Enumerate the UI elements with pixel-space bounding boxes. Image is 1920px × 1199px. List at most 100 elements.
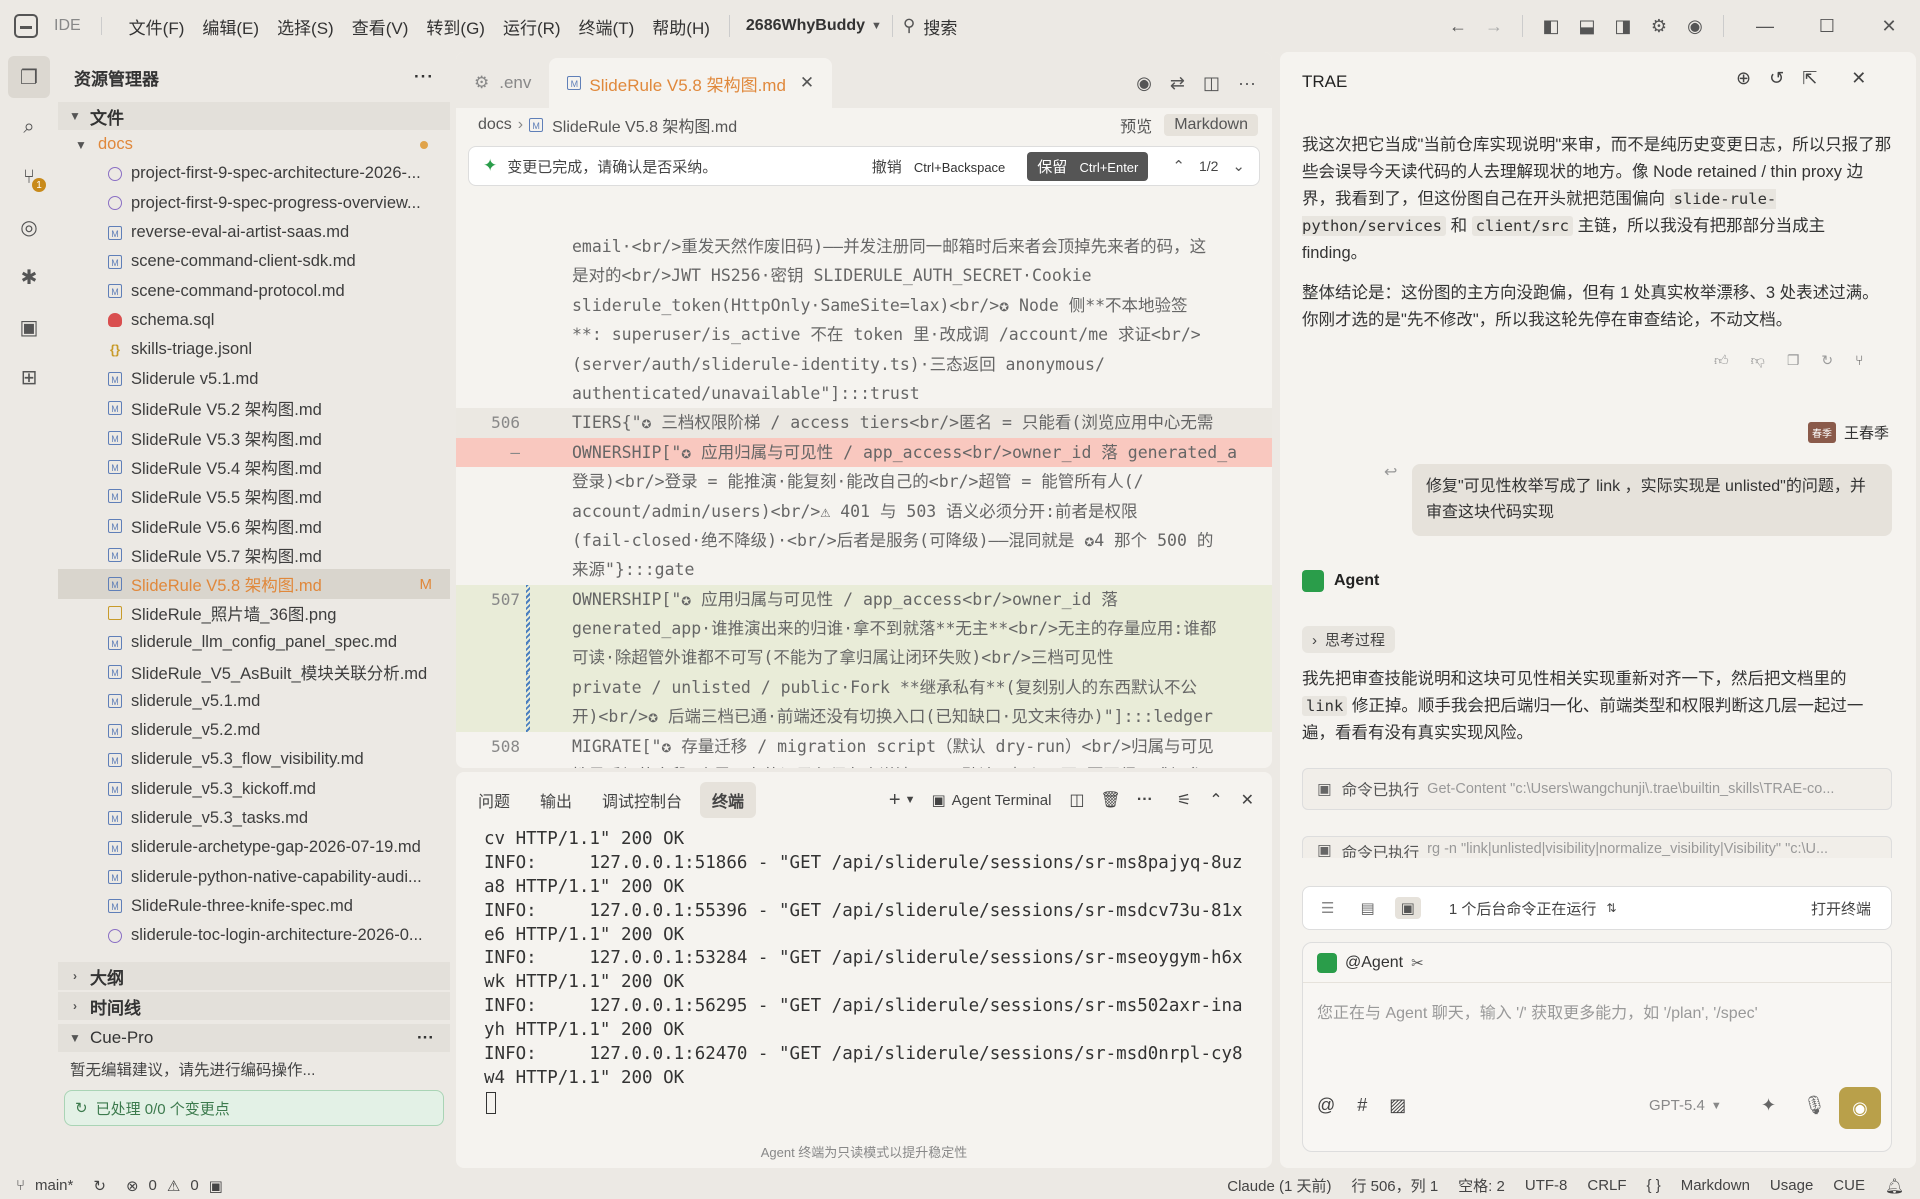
code-line[interactable]: **: superuser/is_active 不在 token 里·改成调 /… — [456, 320, 1272, 349]
extensions-icon[interactable]: ⊞ — [0, 352, 58, 402]
file-item[interactable]: Msliderule_v5.3_tasks.md — [58, 804, 450, 833]
search-icon[interactable]: ⌕ — [0, 102, 58, 152]
tab-debug-console[interactable]: 调试控制台 — [590, 782, 694, 818]
file-item[interactable]: Msliderule_v5.1.md — [58, 687, 450, 716]
open-terminal-button[interactable]: 打开终端 — [1811, 898, 1871, 919]
file-icon[interactable]: ▤ — [1360, 899, 1374, 917]
debug-icon[interactable]: ✱ — [0, 252, 58, 302]
forward-arrow-icon[interactable]: → — [1476, 0, 1512, 52]
language-mode[interactable]: Markdown — [1671, 1177, 1760, 1194]
file-item[interactable]: M SlideRule V5.3 架构图.md — [58, 423, 450, 452]
code-line[interactable]: 是对的<br/>JWT HS256·密钥 SLIDERULE_AUTH_SECR… — [456, 261, 1272, 290]
code-line[interactable]: 登录)<br/>登录 = 能推演·能复刻·能改自己的<br/>超管 = 能管所有… — [456, 467, 1272, 496]
search-button[interactable]: 搜索 — [923, 14, 957, 39]
sync-icon[interactable]: ↻ — [83, 1177, 116, 1195]
trash-icon[interactable]: 🗑 — [1101, 790, 1121, 810]
add-terminal-icon[interactable]: + — [889, 789, 901, 812]
tab-terminal[interactable]: 终端 — [700, 782, 757, 818]
copy-icon[interactable]: ❐ — [1787, 352, 1800, 369]
list-icon[interactable]: ☰ — [1321, 899, 1334, 917]
code-line[interactable]: 508 MIGRATE["✪ 存量迁移 / migration script（默认… — [456, 732, 1272, 761]
tab-output[interactable]: 输出 — [528, 782, 584, 818]
code-line[interactable]: authenticated/unavailable"]:::trust — [456, 379, 1272, 408]
terminal-icon[interactable]: ▣ — [1394, 897, 1421, 919]
send-button[interactable]: ◉ — [1839, 1087, 1881, 1129]
folder-docs[interactable]: ▼ docs — [58, 130, 450, 159]
chevron-up-icon[interactable]: ⌃ — [1172, 157, 1185, 175]
code-line[interactable]: 506 TIERS{"✪ 三档权限阶梯 / access tiers<br/>匿名… — [456, 408, 1272, 438]
close-icon[interactable]: ✕ — [1851, 68, 1866, 89]
section-timeline[interactable]: › 时间线 — [58, 992, 450, 1021]
terminal-output[interactable]: cv HTTP/1.1" 200 OK INFO: 127.0.0.1:51866… — [484, 828, 1243, 1091]
menu-item[interactable]: 文件(F) — [120, 0, 194, 52]
code-line[interactable]: generated_app·谁推演出来的归谁·拿不到就落**无主**<br/>无… — [456, 614, 1272, 644]
error-icon[interactable]: ⊗ — [116, 1177, 149, 1195]
image-icon[interactable]: ▨ — [1389, 1095, 1406, 1116]
chevron-down-icon[interactable]: ▼ — [905, 794, 916, 806]
file-item[interactable]: sliderule-toc-login-architecture-2026-0.… — [58, 921, 450, 950]
code-line[interactable]: email·<br/>重发天然作废旧码)——并发注册同一邮箱时后来者会顶掉先来者… — [456, 232, 1272, 261]
section-files[interactable]: ▼ 文件 — [58, 102, 450, 130]
new-chat-icon[interactable]: ⊕ — [1736, 68, 1751, 89]
language-mode-button[interactable]: Markdown — [1164, 114, 1258, 136]
section-cue-pro[interactable]: ▼ Cue-Pro ··· — [58, 1024, 450, 1053]
history-icon[interactable]: ↺ — [1769, 68, 1784, 89]
warning-icon[interactable]: ⚠ — [157, 1177, 190, 1195]
code-view[interactable]: email·<br/>重发天然作废旧码)——并发注册同一邮箱时后来者会顶掉先来者… — [456, 232, 1272, 768]
code-line[interactable]: 507 OWNERSHIP["✪ 应用归属与可见性 / app_access<br… — [456, 584, 1272, 615]
toggle-panel-icon[interactable]: ⬓ — [1569, 0, 1605, 52]
braces-indicator[interactable]: { } — [1637, 1177, 1671, 1194]
code-line[interactable]: (server/auth/sliderule-identity.ts)·三态返回… — [456, 350, 1272, 379]
input-agent-mention[interactable]: @Agent — [1345, 954, 1403, 972]
cursor-position[interactable]: 行 506，列 1 — [1341, 1175, 1448, 1196]
hashtag-icon[interactable]: # — [1357, 1095, 1367, 1116]
gear-icon[interactable]: ⚙ — [1641, 0, 1677, 52]
close-panel-icon[interactable]: ✕ — [1241, 790, 1254, 810]
back-arrow-icon[interactable]: ← — [1440, 0, 1476, 52]
more-icon[interactable]: ··· — [414, 67, 434, 87]
eye-icon[interactable]: ◎ — [0, 202, 58, 252]
eol[interactable]: CRLF — [1577, 1177, 1636, 1194]
cue-button[interactable]: CUE — [1823, 1177, 1875, 1194]
tab-problems[interactable]: 问题 — [466, 782, 522, 818]
code-line[interactable]: 开)<br/>✪ 后端三档已通·前端还没有切换入口(已知缺口·见文末待办)"]:… — [456, 702, 1272, 732]
tab-sliderule-v58[interactable]: M SlideRule V5.8 架构图.md ✕ — [549, 58, 833, 108]
account-icon[interactable]: ◉ — [1677, 0, 1713, 52]
code-line[interactable]: — OWNERSHIP["✪ 应用归属与可见性 / app_access<br/>… — [456, 437, 1272, 468]
file-item[interactable]: Mscene-command-protocol.md — [58, 276, 450, 305]
expand-icon[interactable]: ⇅ — [1606, 901, 1616, 915]
file-item[interactable]: schema.sql — [58, 306, 450, 335]
keep-button[interactable]: 保留 Ctrl+Enter — [1027, 151, 1149, 181]
more-icon[interactable]: ··· — [1137, 791, 1153, 809]
menu-item[interactable]: 终端(T) — [570, 0, 644, 52]
chevron-down-icon[interactable]: ⌄ — [1232, 157, 1245, 175]
menu-item[interactable]: 查看(V) — [343, 0, 418, 52]
file-item[interactable]: SlideRule_照片墙_36图.png — [58, 599, 450, 628]
at-mention-icon[interactable]: @ — [1317, 1095, 1335, 1116]
agent-terminal-label[interactable]: Agent Terminal — [952, 792, 1052, 809]
compare-icon[interactable]: ⇄ — [1170, 73, 1185, 94]
tab-env[interactable]: ⚙ .env — [456, 58, 549, 108]
menu-item[interactable]: 选择(S) — [268, 0, 343, 52]
menu-item[interactable]: 运行(R) — [494, 0, 570, 52]
file-item[interactable]: {} skills-triage.jsonl — [58, 335, 450, 364]
file-item[interactable]: Msliderule_llm_config_panel_spec.md — [58, 628, 450, 657]
thumbs-up-icon[interactable]: 👍︎ — [1714, 352, 1729, 369]
breadcrumb-file[interactable]: SlideRule V5.8 架构图.md — [552, 113, 737, 137]
breadcrumb-root[interactable]: docs — [478, 116, 512, 134]
encoding[interactable]: UTF-8 — [1515, 1177, 1578, 1194]
code-line[interactable]: 可读·除超管外谁都不可写(不能为了拿归属让闭环失败)<br/>三档可见性 — [456, 643, 1272, 673]
file-item[interactable]: Mreverse-eval-ai-artist-saas.md — [58, 218, 450, 247]
workspace-name[interactable]: 2686WhyBuddy — [740, 17, 871, 35]
code-line[interactable]: private / unlisted / public·Fork **继承私有*… — [456, 672, 1272, 703]
menu-item[interactable]: 编辑(E) — [193, 0, 268, 52]
search-icon[interactable]: ⚲ — [903, 16, 915, 36]
source-control-icon[interactable]: ⑂ 1 — [0, 152, 58, 202]
code-line[interactable]: sliderule_token(HttpOnly·SameSite=lax)<b… — [456, 291, 1272, 320]
code-line[interactable]: 来源"}:::gate — [456, 555, 1272, 584]
branch-icon[interactable]: ⑂ — [0, 1177, 35, 1194]
thumbs-down-icon[interactable]: 👎︎ — [1751, 352, 1765, 369]
settings-sliders-icon[interactable]: ⚟ — [1177, 790, 1191, 810]
code-line[interactable]: 性是后加的字段·库里已有的记录必须有个说法<br/>默认只打印不写·要写得显式加… — [456, 761, 1272, 768]
maximize-icon[interactable]: ☐ — [1796, 0, 1858, 52]
